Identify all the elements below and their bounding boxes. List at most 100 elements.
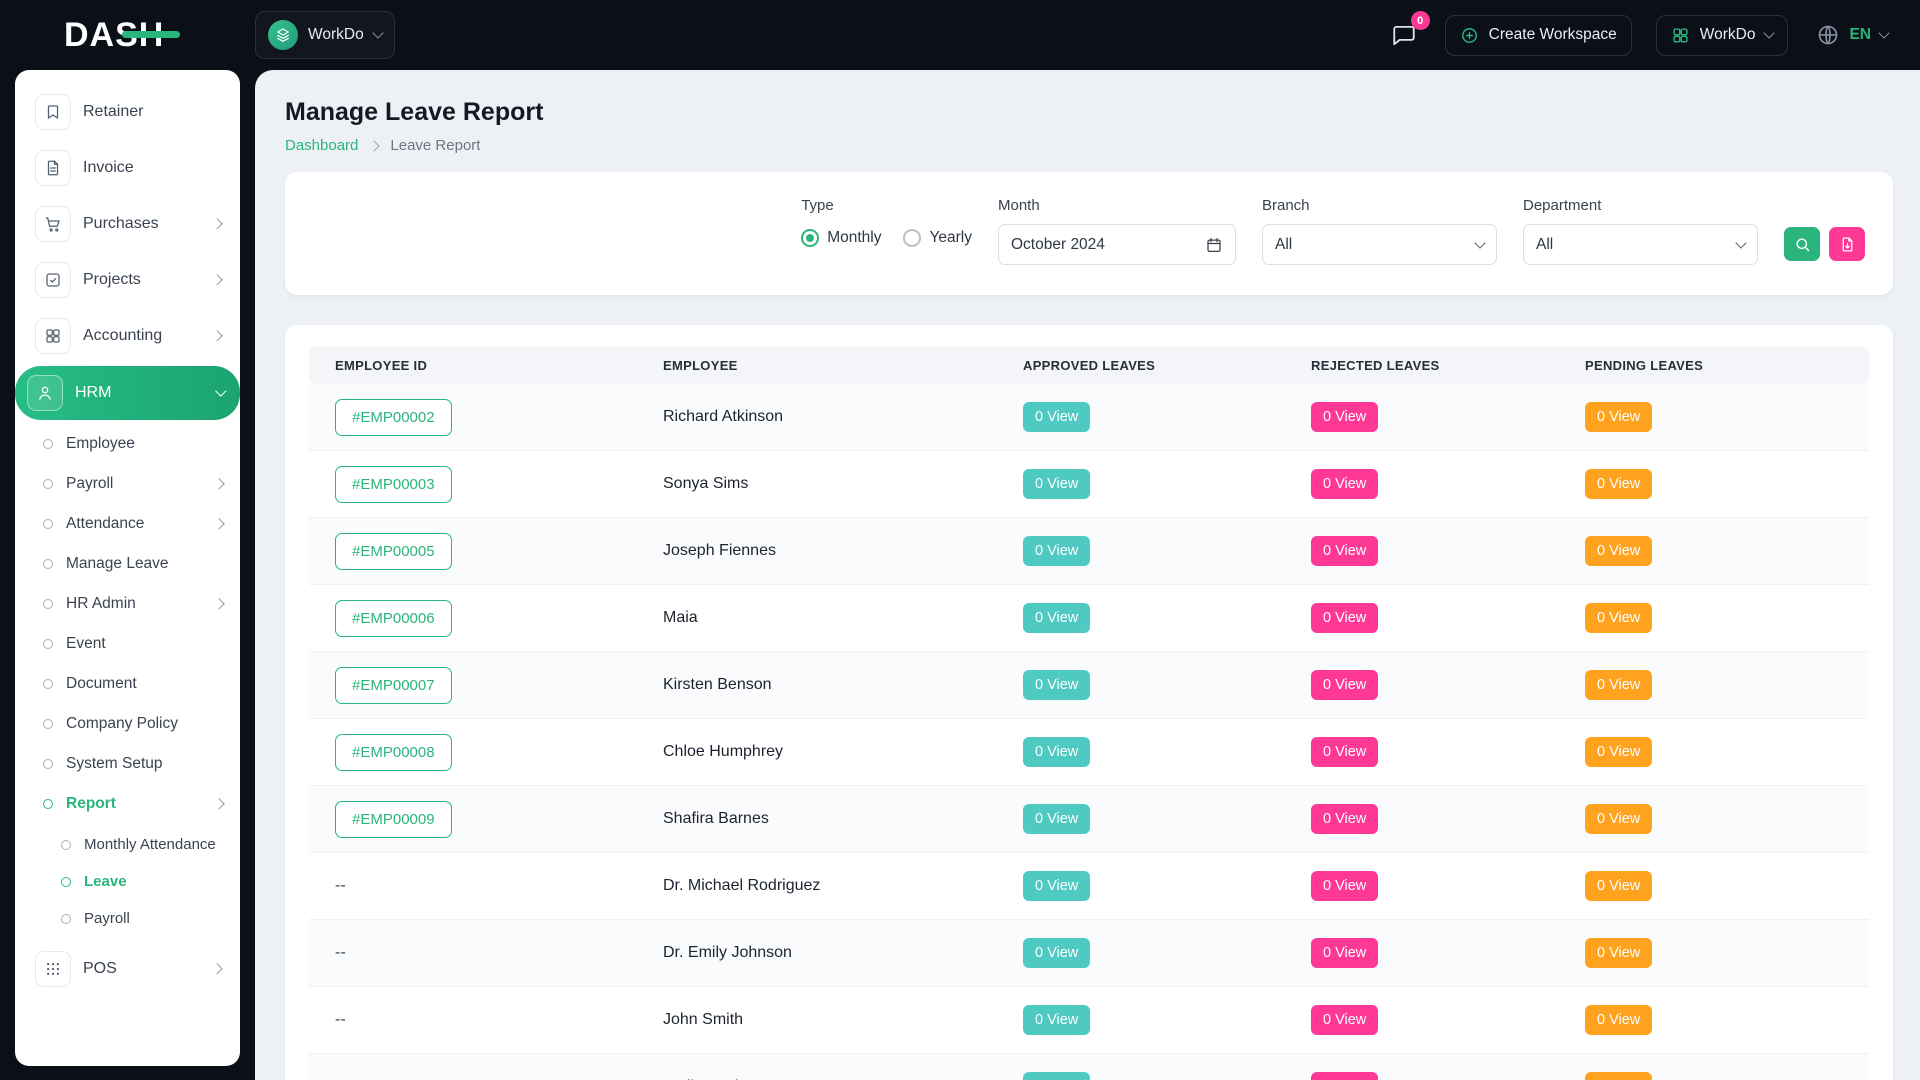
sidebar-item-attendance[interactable]: Attendance xyxy=(33,504,230,544)
export-button[interactable] xyxy=(1829,227,1865,261)
sidebar-item-report[interactable]: Report xyxy=(33,784,230,824)
sidebar-item-label: System Setup xyxy=(66,755,163,773)
pending-leaves-badge[interactable]: 0 View xyxy=(1585,402,1652,432)
rejected-leaves-badge[interactable]: 0 View xyxy=(1311,804,1378,834)
approved-leaves-badge[interactable]: 0 View xyxy=(1023,804,1090,834)
pending-leaves-badge[interactable]: 0 View xyxy=(1585,938,1652,968)
rejected-leaves-badge[interactable]: 0 View xyxy=(1311,670,1378,700)
pending-leaves-badge[interactable]: 0 View xyxy=(1585,536,1652,566)
create-workspace-button[interactable]: Create Workspace xyxy=(1445,15,1632,56)
rejected-cell: 0 View xyxy=(1311,1072,1585,1080)
sidebar-item-accounting[interactable]: Accounting xyxy=(25,308,230,364)
approved-leaves-badge[interactable]: 0 View xyxy=(1023,737,1090,767)
type-radio-yearly[interactable]: Yearly xyxy=(903,229,972,247)
approved-leaves-badge[interactable]: 0 View xyxy=(1023,402,1090,432)
branch-select[interactable]: All xyxy=(1262,224,1497,265)
logo-dash-accent xyxy=(122,31,180,38)
workspace-switcher[interactable]: WorkDo xyxy=(255,11,395,59)
rejected-leaves-badge[interactable]: 0 View xyxy=(1311,402,1378,432)
chevron-down-icon xyxy=(215,386,226,397)
approved-cell: 0 View xyxy=(1023,938,1311,968)
department-label: Department xyxy=(1523,197,1758,214)
sidebar-item-pos[interactable]: POS xyxy=(25,941,230,997)
sidebar-item-retainer[interactable]: Retainer xyxy=(25,84,230,140)
sidebar-item-payroll-report[interactable]: Payroll xyxy=(53,900,230,937)
app-logo[interactable]: DASH xyxy=(64,16,164,55)
messages-button[interactable]: 0 xyxy=(1387,18,1421,52)
chevron-right-icon xyxy=(211,219,222,230)
month-input[interactable]: October 2024 xyxy=(998,224,1236,265)
rejected-leaves-badge[interactable]: 0 View xyxy=(1311,536,1378,566)
approved-leaves-badge[interactable]: 0 View xyxy=(1023,603,1090,633)
approved-leaves-badge[interactable]: 0 View xyxy=(1023,1005,1090,1035)
radio-control-icon[interactable] xyxy=(801,229,819,247)
approved-leaves-badge[interactable]: 0 View xyxy=(1023,871,1090,901)
sidebar-item-purchases[interactable]: Purchases xyxy=(25,196,230,252)
pending-leaves-badge[interactable]: 0 View xyxy=(1585,737,1652,767)
approved-leaves-badge[interactable]: 0 View xyxy=(1023,469,1090,499)
pending-cell: 0 View xyxy=(1585,1005,1869,1035)
leave-report-table: EMPLOYEE IDEMPLOYEEAPPROVED LEAVESREJECT… xyxy=(285,325,1893,1080)
sidebar-item-leave[interactable]: Leave xyxy=(53,863,230,900)
pending-leaves-badge[interactable]: 0 View xyxy=(1585,670,1652,700)
pending-leaves-badge[interactable]: 0 View xyxy=(1585,1005,1652,1035)
sidebar-item-projects[interactable]: Projects xyxy=(25,252,230,308)
sidebar-item-system-setup[interactable]: System Setup xyxy=(33,744,230,784)
department-select[interactable]: All xyxy=(1523,224,1758,265)
pending-leaves-badge[interactable]: 0 View xyxy=(1585,871,1652,901)
bullet-icon xyxy=(43,559,53,569)
employee-id-badge[interactable]: #EMP00006 xyxy=(335,600,452,637)
approved-leaves-badge[interactable]: 0 View xyxy=(1023,938,1090,968)
rejected-leaves-badge[interactable]: 0 View xyxy=(1311,469,1378,499)
sidebar-item-hr-admin[interactable]: HR Admin xyxy=(33,584,230,624)
sidebar-item-payroll[interactable]: Payroll xyxy=(33,464,230,504)
sidebar-item-event[interactable]: Event xyxy=(33,624,230,664)
rejected-leaves-badge[interactable]: 0 View xyxy=(1311,938,1378,968)
approved-leaves-badge[interactable]: 0 View xyxy=(1023,670,1090,700)
sidebar-item-document[interactable]: Document xyxy=(33,664,230,704)
sidebar-item-employee[interactable]: Employee xyxy=(33,424,230,464)
breadcrumb-dashboard-link[interactable]: Dashboard xyxy=(285,137,358,154)
employee-id-badge[interactable]: #EMP00002 xyxy=(335,399,452,436)
sidebar-item-monthly-attendance[interactable]: Monthly Attendance xyxy=(53,826,230,863)
workspace-menu-button[interactable]: WorkDo xyxy=(1656,15,1789,56)
rejected-leaves-badge[interactable]: 0 View xyxy=(1311,871,1378,901)
radio-control-icon[interactable] xyxy=(903,229,921,247)
employee-name: Richard Atkinson xyxy=(663,408,1023,426)
sidebar-item-hrm[interactable]: HRM xyxy=(15,366,240,420)
approved-leaves-badge[interactable]: 0 View xyxy=(1023,1072,1090,1080)
type-label: Type xyxy=(801,197,972,214)
radio-label: Yearly xyxy=(929,229,972,247)
type-radio-group: Monthly Yearly xyxy=(801,229,972,247)
table-row: #EMP00005Joseph Fiennes0 View0 View0 Vie… xyxy=(309,518,1869,585)
type-radio-monthly[interactable]: Monthly xyxy=(801,229,881,247)
pending-cell: 0 View xyxy=(1585,871,1869,901)
bullet-icon xyxy=(43,759,53,769)
employee-id-badge[interactable]: #EMP00007 xyxy=(335,667,452,704)
pending-leaves-badge[interactable]: 0 View xyxy=(1585,804,1652,834)
bullet-icon xyxy=(61,877,71,887)
rejected-leaves-badge[interactable]: 0 View xyxy=(1311,1005,1378,1035)
chevron-right-icon xyxy=(213,479,224,490)
sidebar-item-manage-leave[interactable]: Manage Leave xyxy=(33,544,230,584)
employee-name: Dr. Michael Rodriguez xyxy=(663,877,1023,895)
sidebar-item-invoice[interactable]: Invoice xyxy=(25,140,230,196)
rejected-leaves-badge[interactable]: 0 View xyxy=(1311,1072,1378,1080)
approved-leaves-badge[interactable]: 0 View xyxy=(1023,536,1090,566)
sidebar-column: RetainerInvoicePurchasesProjectsAccounti… xyxy=(0,70,255,1080)
employee-id-badge[interactable]: #EMP00003 xyxy=(335,466,452,503)
employee-id-badge[interactable]: #EMP00005 xyxy=(335,533,452,570)
employee-id-badge[interactable]: #EMP00009 xyxy=(335,801,452,838)
pending-leaves-badge[interactable]: 0 View xyxy=(1585,1072,1652,1080)
language-selector[interactable]: EN xyxy=(1812,19,1892,51)
pending-leaves-badge[interactable]: 0 View xyxy=(1585,603,1652,633)
rejected-leaves-badge[interactable]: 0 View xyxy=(1311,737,1378,767)
sidebar-item-company-policy[interactable]: Company Policy xyxy=(33,704,230,744)
approved-cell: 0 View xyxy=(1023,670,1311,700)
search-button[interactable] xyxy=(1784,227,1820,261)
hrm-icon xyxy=(27,375,63,411)
bullet-icon xyxy=(43,679,53,689)
pending-leaves-badge[interactable]: 0 View xyxy=(1585,469,1652,499)
rejected-leaves-badge[interactable]: 0 View xyxy=(1311,603,1378,633)
employee-id-badge[interactable]: #EMP00008 xyxy=(335,734,452,771)
